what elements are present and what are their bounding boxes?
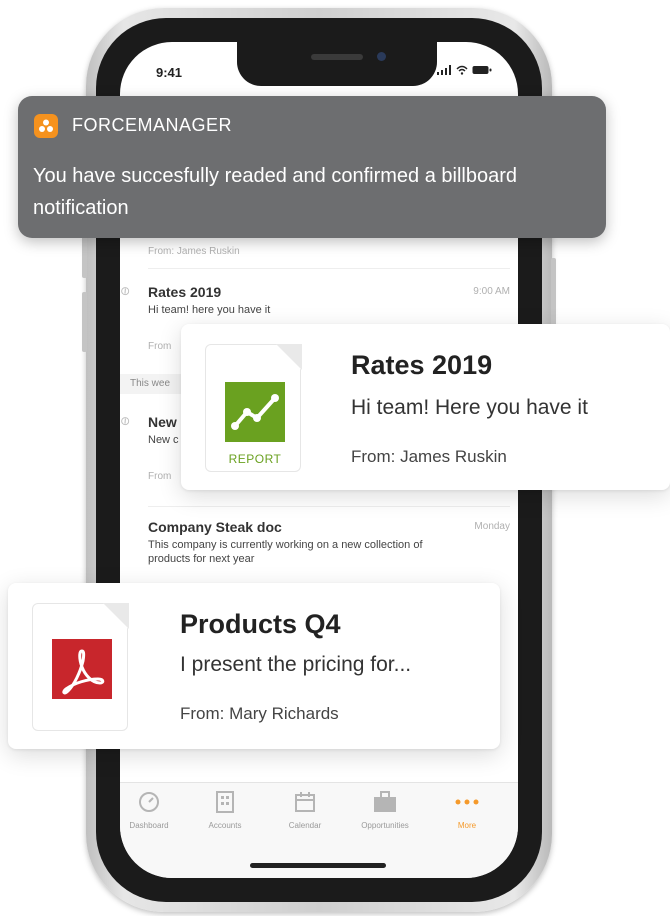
item-preview: Hi team! here you have it [148,304,271,316]
list-item[interactable]: Company Steak doc Monday This company is… [148,519,510,566]
tab-label: Accounts [208,821,242,830]
card-title: Rates 2019 [351,350,493,380]
notification-app-name: FORCEMANAGER [72,115,233,135]
pdf-icon [52,639,112,699]
item-from: From: James Ruskin [148,246,240,257]
tab-bar: Dashboard Accounts Calendar Opportunitie… [120,782,518,878]
item-title: Company Steak doc [148,519,282,535]
accounts-icon [213,791,237,813]
battery-icon [472,66,492,74]
tab-more[interactable]: More [432,791,502,830]
list-item[interactable]: From: James Ruskin [148,246,510,257]
divider [148,506,510,507]
camera [377,52,386,61]
divider [148,268,510,269]
home-indicator[interactable] [250,863,386,868]
file-type-label: REPORT [228,452,282,466]
more-icon [455,791,479,813]
calendar-icon [293,791,317,813]
tab-label: Dashboard [129,821,169,830]
push-notification[interactable]: FORCEMANAGER You have succesfully readed… [18,96,606,238]
tab-label: More [457,821,477,830]
briefcase-icon [373,791,397,813]
tab-label: Opportunities [361,821,409,830]
report-chart-icon [225,382,285,442]
tab-dashboard[interactable]: Dashboard [120,791,184,830]
item-title: Rates 2019 [148,284,222,300]
attachment-icon: ⊘ [120,412,134,430]
document-card-products[interactable]: Products Q4 I present the pricing for...… [8,583,500,749]
volume-down-button [82,292,87,352]
item-time: 9:00 AM [473,286,510,297]
card-subtitle: Hi team! Here you have it [351,396,588,419]
item-preview: This company is currently working on a n… [148,539,423,565]
tab-label: Calendar [288,821,322,830]
card-subtitle: I present the pricing for... [180,653,412,676]
status-icons [437,64,492,78]
attachment-icon: ⊘ [120,282,134,300]
tab-accounts[interactable]: Accounts [190,791,260,830]
notification-message: You have succesfully readed and confirme… [33,165,518,219]
speaker [311,54,363,60]
signal-icon [437,65,452,75]
wifi-icon [456,65,468,75]
tab-calendar[interactable]: Calendar [270,791,340,830]
dashboard-icon [137,791,161,813]
card-title: Products Q4 [180,609,341,639]
tab-opportunities[interactable]: Opportunities [350,791,420,830]
status-time: 9:41 [156,65,183,80]
card-from: From: James Ruskin [351,447,507,466]
forcemanager-logo-icon [34,114,58,138]
card-from: From: Mary Richards [180,704,339,723]
item-time: Monday [474,521,510,532]
notch [237,42,437,86]
document-card-rates[interactable]: REPORT Rates 2019 Hi team! Here you have… [181,324,670,490]
